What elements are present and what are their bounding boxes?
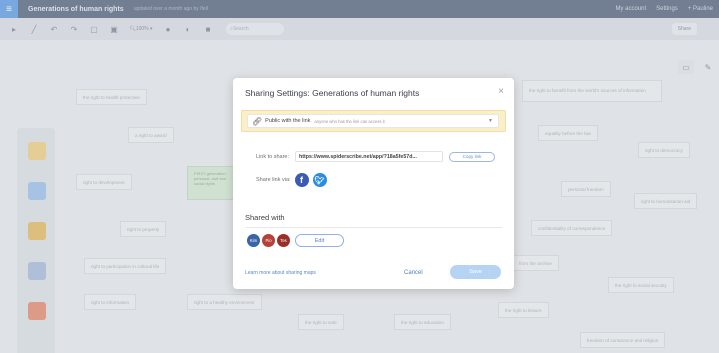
edit-sharing-button[interactable]: Edit [295, 234, 344, 247]
learn-more-link[interactable]: Learn more about sharing maps [245, 270, 316, 276]
avatar[interactable]: Tes [277, 234, 290, 247]
visibility-select[interactable]: 🔗︎ Public with the link anyone who has t… [247, 114, 499, 128]
share-via-row: Share link via: f 🐦︎ [256, 173, 327, 187]
share-link-field[interactable]: https://www.spiderscribe.net/app/?18a5fe… [295, 151, 444, 162]
dialog-title: Sharing Settings: Generations of human r… [245, 88, 420, 98]
close-icon[interactable]: × [498, 86, 504, 97]
cancel-button[interactable]: Cancel [404, 270, 423, 276]
chevron-down-icon: ▼ [488, 118, 493, 124]
facebook-icon[interactable]: f [294, 173, 309, 187]
twitter-icon[interactable]: 🐦︎ [312, 173, 327, 187]
sharing-settings-dialog: Sharing Settings: Generations of human r… [233, 78, 514, 289]
copy-link-button[interactable]: Copy link [449, 151, 496, 162]
visibility-bar: 🔗︎ Public with the link anyone who has t… [241, 110, 506, 132]
save-button[interactable]: Save [450, 265, 501, 279]
link-row: Link to share: https://www.spiderscribe.… [256, 151, 496, 162]
share-via-label: Share link via: [256, 177, 291, 183]
visibility-label: Public with the link [265, 118, 311, 124]
link-label: Link to share: [256, 153, 290, 160]
shared-with-heading: Shared with [245, 213, 285, 222]
link-icon: 🔗︎ [252, 116, 263, 126]
avatar[interactable]: Kim [247, 234, 260, 247]
avatar[interactable]: Pio [262, 234, 275, 247]
visibility-description: anyone who has the link can access it [314, 118, 385, 124]
shared-users: Kim Pio Tes Edit [247, 234, 344, 247]
divider [245, 227, 502, 228]
